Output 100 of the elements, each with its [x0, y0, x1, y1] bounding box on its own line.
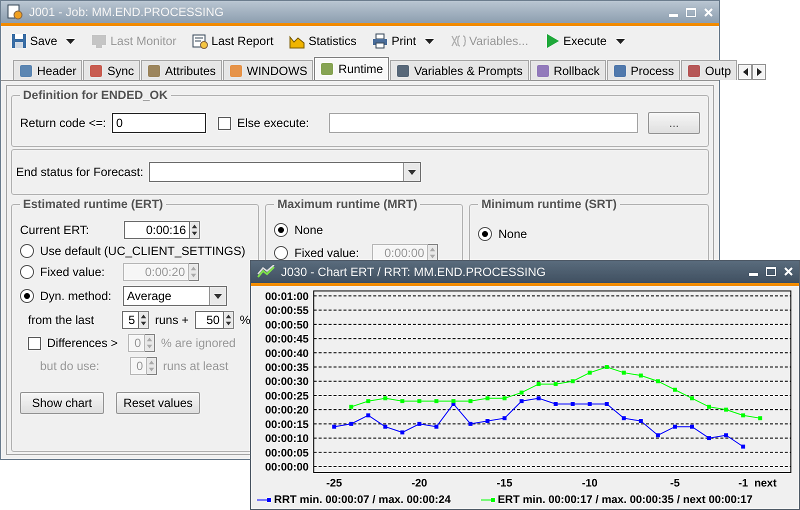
else-execute-field[interactable]	[329, 113, 638, 133]
point	[707, 436, 712, 440]
scroll-left-button[interactable]	[738, 64, 752, 80]
spinner-arrows-icon[interactable]	[139, 311, 149, 329]
execute-icon	[544, 33, 560, 49]
radio-button[interactable]	[20, 265, 34, 279]
action-button[interactable]: Show chart	[20, 392, 104, 414]
point	[622, 370, 626, 375]
radio-button[interactable]	[20, 244, 34, 258]
point	[434, 424, 438, 429]
point	[502, 396, 507, 400]
y-axis-label: 00:01:00	[265, 290, 309, 303]
point	[724, 408, 728, 412]
checkbox[interactable]	[218, 116, 232, 130]
browse-button[interactable]: ...	[648, 112, 700, 134]
point	[672, 424, 677, 429]
close-icon[interactable]	[784, 267, 793, 276]
tab[interactable]: WINDOWS	[222, 60, 314, 80]
field-label: %	[240, 313, 250, 327]
group-title: Maximum runtime (MRT)	[276, 197, 418, 211]
tab[interactable]: Sync	[83, 60, 140, 80]
radio-label: Fixed value:	[40, 265, 106, 279]
y-axis-label: 00:00:05	[265, 447, 309, 460]
point	[468, 398, 472, 403]
radio-button[interactable]	[274, 223, 288, 237]
y-axis-label: 00:00:40	[265, 348, 309, 360]
tab[interactable]: Outp	[680, 60, 737, 80]
caret-icon	[214, 294, 222, 298]
point	[656, 379, 660, 384]
point	[417, 422, 422, 426]
toolbar-button[interactable]: Statistics	[287, 31, 358, 51]
forecast-dropdown[interactable]	[149, 162, 422, 182]
toolbar-button[interactable]: Execute	[542, 31, 627, 51]
checkbox-label: Else execute:	[237, 116, 310, 130]
tab-icon	[320, 62, 334, 76]
radio-button[interactable]	[274, 246, 288, 260]
print-icon	[372, 33, 388, 49]
window-title: J030 - Chart ERT / RRT: MM.END.PROCESSING	[281, 264, 546, 279]
y-axis-label: 00:00:10	[265, 432, 309, 445]
point	[486, 396, 490, 400]
field-label: runs +	[155, 313, 189, 327]
number-field[interactable]: 5	[122, 311, 139, 329]
tab[interactable]: Attributes	[141, 60, 222, 80]
caret-icon[interactable]	[66, 38, 76, 44]
scroll-right-button[interactable]	[752, 64, 766, 80]
report-icon	[192, 33, 208, 49]
toolbar-button[interactable]: Print	[370, 31, 436, 51]
time-field[interactable]: 0:00:16	[124, 221, 190, 239]
field-label: % are ignored	[161, 336, 236, 350]
y-axis-label: 00:00:55	[265, 304, 309, 317]
x-axis-label: -5	[670, 477, 680, 490]
spinner-arrows-icon[interactable]	[190, 221, 200, 239]
tab[interactable]: Variables & Prompts	[390, 60, 529, 80]
save-icon	[11, 33, 27, 49]
radio-button[interactable]	[20, 289, 34, 303]
method-dropdown[interactable]: Average	[123, 286, 227, 306]
point	[383, 396, 388, 400]
point	[400, 398, 404, 403]
field-label: from the last	[27, 313, 96, 327]
checkbox[interactable]	[28, 336, 41, 350]
caret-icon[interactable]	[616, 38, 625, 44]
spinner-arrows-icon[interactable]	[224, 311, 234, 329]
y-axis-label: 00:00:50	[265, 319, 309, 332]
point	[758, 416, 762, 420]
group-title: Estimated runtime (ERT)	[22, 197, 164, 211]
return-code-field[interactable]: 0	[112, 113, 206, 133]
point	[690, 424, 694, 429]
group-title: Definition for ENDED_OK	[22, 88, 169, 102]
group-title: Minimum runtime (SRT)	[480, 197, 618, 211]
right-arrow-icon	[756, 68, 762, 76]
radio-button[interactable]	[478, 227, 492, 241]
tab[interactable]: Rollback	[530, 60, 606, 80]
x-axis-label: -20	[411, 477, 428, 490]
point	[434, 398, 438, 403]
number-field[interactable]: 50	[194, 311, 224, 329]
caret-icon[interactable]	[425, 38, 434, 44]
legend-label: RRT min. 00:00:07 / max. 00:00:24	[274, 494, 451, 506]
point	[554, 382, 558, 386]
tab[interactable]: Header	[13, 60, 82, 80]
point	[554, 402, 558, 406]
point	[349, 422, 354, 426]
maximize-icon[interactable]	[766, 267, 776, 276]
point	[502, 416, 507, 420]
caret-icon	[408, 170, 416, 174]
field-label: Return code <=:	[20, 116, 106, 130]
window-title: J001 - Job: MM.END.PROCESSING	[29, 5, 224, 19]
tab-icon	[147, 64, 162, 78]
variables-icon	[450, 33, 466, 49]
x-axis-label: -15	[496, 477, 512, 490]
point	[741, 444, 746, 448]
point	[638, 373, 643, 378]
monitor-icon	[91, 33, 108, 49]
action-button[interactable]: Reset values	[116, 392, 200, 414]
y-axis-label: 00:00:45	[265, 333, 309, 346]
point	[383, 424, 388, 429]
toolbar-button[interactable]: Last Report	[190, 31, 276, 51]
tab[interactable]: Process	[606, 60, 680, 80]
toolbar-button[interactable]: Save	[9, 31, 78, 51]
tab[interactable]: Runtime	[314, 57, 390, 80]
tab-icon	[686, 64, 701, 78]
